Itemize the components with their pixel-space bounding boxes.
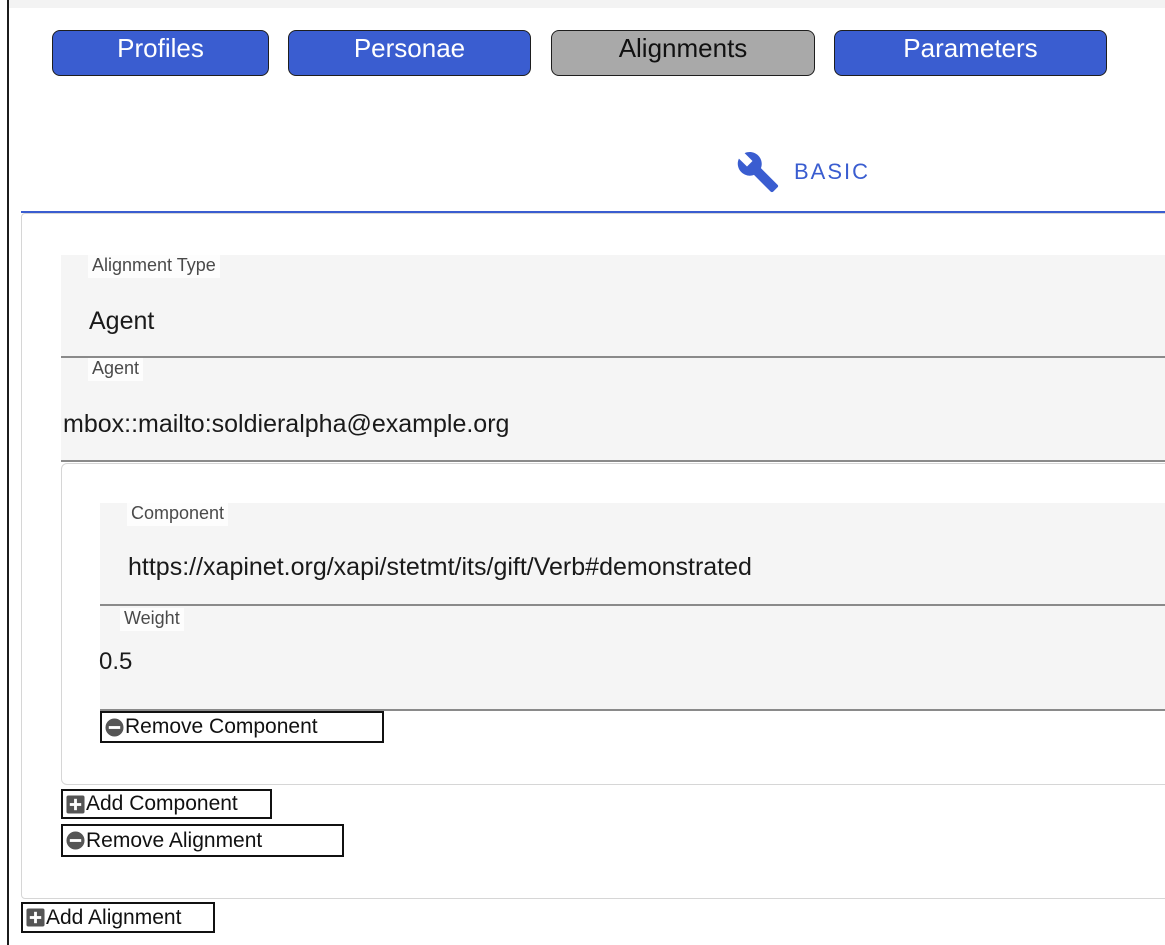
tab-alignments[interactable]: Alignments <box>551 30 815 76</box>
agent-value: mbox::mailto:soldieralpha@example.org <box>63 410 510 438</box>
remove-alignment-button[interactable]: Remove Alignment <box>61 824 344 857</box>
tab-basic[interactable]: BASIC <box>736 150 870 194</box>
tab-parameters-label: Parameters <box>903 32 1038 63</box>
remove-component-label: Remove Component <box>125 715 318 738</box>
remove-alignment-label: Remove Alignment <box>86 828 263 852</box>
component-value: https://xapinet.org/xapi/stetmt/its/gift… <box>128 553 752 581</box>
tab-profiles-label: Profiles <box>117 32 204 63</box>
plus-square-icon <box>26 908 45 927</box>
left-border <box>7 0 9 945</box>
add-component-label: Add Component <box>86 792 238 815</box>
component-field[interactable]: Component https://xapinet.org/xapi/stetm… <box>100 503 1165 606</box>
weight-label: Weight <box>120 608 184 631</box>
weight-field[interactable]: Weight 0.5 <box>99 606 1165 711</box>
tab-alignments-label: Alignments <box>618 32 748 63</box>
tab-basic-label: BASIC <box>794 159 871 184</box>
alignment-type-field[interactable]: Alignment Type Agent <box>61 255 1165 358</box>
agent-label: Agent <box>88 358 144 381</box>
tab-personae[interactable]: Personae <box>288 30 531 76</box>
tab-profiles[interactable]: Profiles <box>52 30 269 76</box>
plus-square-icon <box>66 794 85 814</box>
tab-personae-label: Personae <box>353 32 466 63</box>
tab-parameters[interactable]: Parameters <box>834 30 1107 76</box>
add-component-button[interactable]: Add Component <box>61 789 272 819</box>
add-alignment-label: Add Alignment <box>46 905 182 929</box>
minus-circle-icon <box>105 717 124 737</box>
agent-field[interactable]: Agent mbox::mailto:soldieralpha@example.… <box>61 358 1165 462</box>
component-label: Component <box>127 503 229 526</box>
alignment-type-label: Alignment Type <box>88 255 220 278</box>
minus-circle-icon <box>66 831 85 850</box>
wrench-icon <box>737 152 779 193</box>
weight-value: 0.5 <box>99 648 133 675</box>
add-alignment-button[interactable]: Add Alignment <box>21 902 215 933</box>
top-edge <box>9 0 1165 8</box>
remove-component-button[interactable]: Remove Component <box>100 711 384 743</box>
alignment-type-value: Agent <box>89 307 155 335</box>
